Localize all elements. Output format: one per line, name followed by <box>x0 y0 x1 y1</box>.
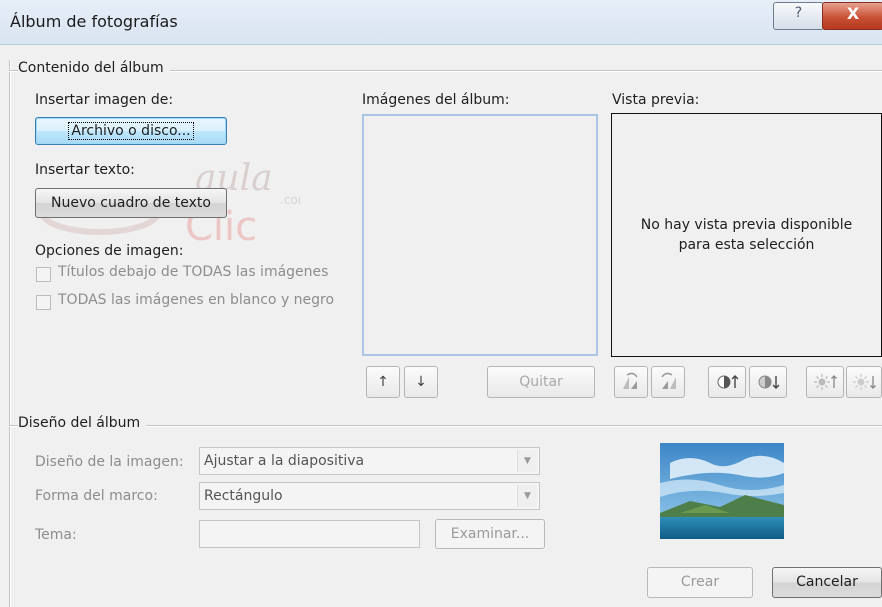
rotate-left-button[interactable] <box>614 366 648 398</box>
frame-shape-label: Forma del marco: <box>35 488 158 504</box>
captions-checkbox[interactable] <box>36 267 51 282</box>
preview-pane: No hay vista previa disponible para esta… <box>611 113 882 357</box>
new-text-box-button[interactable]: Nuevo cuadro de texto <box>35 188 227 218</box>
image-options-label: Opciones de imagen: <box>35 243 184 259</box>
layout-thumbnail <box>660 443 784 539</box>
close-icon: X <box>846 4 860 23</box>
album-images-list[interactable] <box>362 114 598 356</box>
file-or-disk-button[interactable]: Archivo o disco... <box>35 117 227 145</box>
frame-shape-select[interactable]: Rectángulo ▼ <box>199 482 540 510</box>
increase-brightness-button[interactable] <box>806 366 844 398</box>
black-white-checkbox[interactable] <box>36 295 51 310</box>
increase-contrast-button[interactable] <box>708 366 746 398</box>
theme-field[interactable] <box>199 520 420 548</box>
decrease-contrast-icon <box>758 375 780 389</box>
cancel-button[interactable]: Cancelar <box>772 567 882 598</box>
move-down-button[interactable]: ↓ <box>404 366 438 398</box>
move-up-button[interactable]: ↑ <box>366 366 400 398</box>
rotate-left-icon <box>623 372 638 389</box>
dialog-left-edge <box>9 60 11 607</box>
frame-shape-value: Rectángulo <box>204 488 283 504</box>
arrow-up-icon: ↑ <box>377 374 389 390</box>
group-title-layout: Diseño del álbum <box>18 415 147 431</box>
rotate-right-icon <box>661 372 676 389</box>
increase-contrast-icon <box>717 375 739 389</box>
captions-checkbox-label: Títulos debajo de TODAS las imágenes <box>58 264 329 280</box>
group-title-content: Contenido del álbum <box>18 60 170 76</box>
preview-message: No hay vista previa disponible para esta… <box>612 215 881 255</box>
preview-message-line1: No hay vista previa disponible <box>640 217 853 233</box>
help-button[interactable]: ? <box>773 2 824 30</box>
rotate-right-button[interactable] <box>651 366 685 398</box>
black-white-checkbox-label: TODAS las imágenes en blanco y negro <box>58 292 335 308</box>
picture-layout-label: Diseño de la imagen: <box>35 454 184 470</box>
picture-layout-select[interactable]: Ajustar a la diapositiva ▼ <box>199 447 540 475</box>
help-icon: ? <box>794 5 803 21</box>
window-title: Álbum de fotografías <box>10 12 178 31</box>
increase-brightness-icon <box>814 374 837 390</box>
create-button[interactable]: Crear <box>647 567 753 598</box>
watermark-com: .com <box>280 193 300 207</box>
close-button[interactable]: X <box>822 2 882 30</box>
remove-button[interactable]: Quitar <box>487 366 595 398</box>
file-or-disk-label: Archivo o disco... <box>68 122 194 140</box>
insert-text-label: Insertar texto: <box>35 162 135 178</box>
decrease-brightness-icon <box>853 374 876 390</box>
theme-label: Tema: <box>35 527 77 543</box>
decrease-contrast-button[interactable] <box>749 366 787 398</box>
preview-label: Vista previa: <box>612 92 700 108</box>
chevron-down-icon: ▼ <box>517 450 537 472</box>
decrease-brightness-button[interactable] <box>846 366 882 398</box>
preview-message-line2: para esta selección <box>678 237 815 253</box>
album-images-label: Imágenes del álbum: <box>362 92 510 108</box>
picture-layout-value: Ajustar a la diapositiva <box>204 453 365 469</box>
browse-button[interactable]: Examinar... <box>435 519 545 549</box>
insert-image-label: Insertar imagen de: <box>35 92 174 108</box>
arrow-down-icon: ↓ <box>415 374 427 390</box>
chevron-down-icon: ▼ <box>517 485 537 507</box>
